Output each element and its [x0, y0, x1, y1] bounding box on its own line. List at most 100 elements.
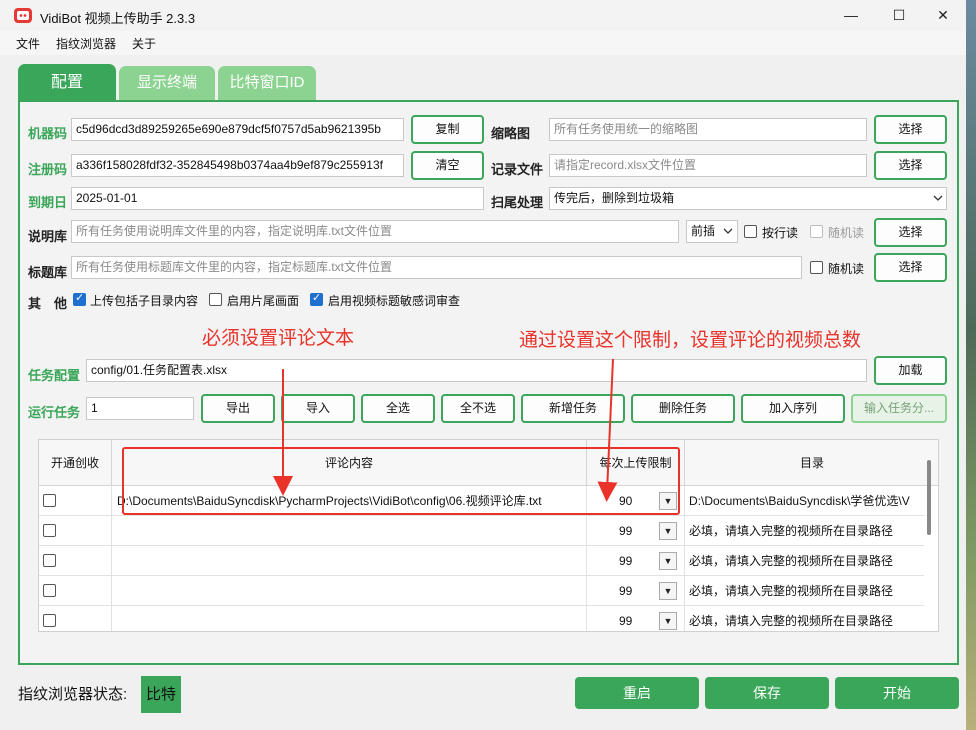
desc-lib-select-button[interactable]: 选择 — [874, 218, 947, 247]
select-all-button[interactable]: 全选 — [361, 394, 435, 423]
run-task-field[interactable]: 1 — [86, 397, 194, 420]
desc-lib-label: 说明库 — [28, 229, 68, 244]
machine-code-label: 机器码 — [28, 126, 68, 141]
restart-button[interactable]: 重启 — [575, 677, 699, 709]
chevron-down-icon[interactable]: ▼ — [659, 612, 677, 630]
annotation-comment-text: 必须设置评论文本 — [202, 328, 355, 349]
tab-config[interactable]: 配置 — [18, 64, 116, 100]
row-checkbox[interactable] — [43, 614, 56, 627]
title-lib-label: 标题库 — [28, 265, 68, 280]
tab-terminal[interactable]: 显示终端 — [119, 66, 215, 100]
title-random-label: 随机读 — [828, 262, 865, 276]
desc-lib-field[interactable]: 所有任务使用说明库文件里的内容，指定说明库.txt文件位置 — [71, 220, 679, 243]
add-task-button[interactable]: 新增任务 — [521, 394, 625, 423]
menu-fingerprint-browser[interactable]: 指纹浏览器 — [56, 35, 116, 52]
comment-cell[interactable] — [112, 576, 587, 606]
title-random-checkbox[interactable] — [810, 261, 823, 274]
desc-random-checkbox[interactable] — [810, 225, 823, 238]
import-button[interactable]: 导入 — [281, 394, 355, 423]
header-directory[interactable]: 目录 — [685, 440, 938, 486]
window-title: VidiBot 视频上传助手 2.3.3 — [40, 11, 196, 26]
save-button[interactable]: 保存 — [705, 677, 829, 709]
directory-cell[interactable]: 必填，请填入完整的视频所在目录路径 — [685, 516, 938, 546]
table-row[interactable]: 99 ▼ 必填，请填入完整的视频所在目录路径 — [39, 546, 924, 576]
minimize-button[interactable]: — — [828, 0, 874, 31]
browser-status-label: 指纹浏览器状态: — [18, 686, 128, 703]
table-row[interactable]: 99 ▼ 必填，请填入完整的视频所在目录路径 — [39, 516, 924, 546]
app-logo-icon — [14, 8, 32, 23]
thumbnail-label: 缩略图 — [491, 126, 531, 141]
by-line-checkbox[interactable] — [744, 225, 757, 238]
include-subdir-checkbox[interactable] — [73, 291, 86, 306]
load-button[interactable]: 加载 — [874, 356, 947, 385]
chevron-down-icon — [723, 228, 733, 234]
comment-cell[interactable] — [112, 606, 587, 631]
ending-screen-checkbox[interactable] — [209, 293, 222, 306]
add-to-queue-button[interactable]: 加入序列 — [741, 394, 845, 423]
other-label: 其 他 — [28, 296, 68, 311]
title-lib-field[interactable]: 所有任务使用标题库文件里的内容，指定标题库.txt文件位置 — [71, 256, 802, 279]
tab-bit-window-id[interactable]: 比特窗口ID — [218, 66, 316, 100]
chevron-down-icon[interactable]: ▼ — [659, 552, 677, 570]
directory-cell[interactable]: 必填，请填入完整的视频所在目录路径 — [685, 576, 938, 606]
browser-status-value: 比特 — [141, 676, 181, 713]
copy-button[interactable]: 复制 — [411, 115, 484, 144]
expiry-field[interactable]: 2025-01-01 — [71, 187, 484, 210]
input-task-button[interactable]: 输入任务分... — [851, 394, 947, 423]
directory-cell[interactable]: 必填，请填入完整的视频所在目录路径 — [685, 606, 938, 631]
reg-code-label: 注册码 — [28, 162, 68, 177]
tail-action-select[interactable]: 传完后，删除到垃圾箱 — [549, 187, 947, 210]
record-file-field[interactable]: 请指定record.xlsx文件位置 — [549, 154, 867, 177]
menu-about[interactable]: 关于 — [132, 35, 156, 52]
task-config-field[interactable]: config/01.任务配置表.xlsx — [86, 359, 867, 382]
directory-cell[interactable]: D:\Documents\BaiduSyncdisk\学爸优选\V — [685, 486, 938, 516]
record-file-select-button[interactable]: 选择 — [874, 151, 947, 180]
machine-code-field[interactable]: c5d96dcd3d89259265e690e879dcf5f0757d5ab9… — [71, 118, 404, 141]
annotation-highlight-box — [122, 447, 680, 515]
record-file-label: 记录文件 — [491, 162, 544, 177]
header-monetize[interactable]: 开通创收 — [39, 440, 112, 486]
menu-file[interactable]: 文件 — [16, 35, 40, 52]
close-button[interactable]: ✕ — [920, 0, 966, 31]
include-subdir-label: 上传包括子目录内容 — [90, 294, 199, 308]
row-checkbox[interactable] — [43, 554, 56, 567]
app-window: VidiBot 视频上传助手 2.3.3 — ☐ ✕ 文件 指纹浏览器 关于 配… — [0, 0, 966, 730]
desc-random-label: 随机读 — [828, 226, 865, 240]
limit-value[interactable]: 99 — [619, 546, 632, 576]
directory-cell[interactable]: 必填，请填入完整的视频所在目录路径 — [685, 546, 938, 576]
reg-code-field[interactable]: a336f158028fdf32-352845498b0374aa4b9ef87… — [71, 154, 404, 177]
maximize-button[interactable]: ☐ — [876, 0, 922, 31]
chevron-down-icon — [933, 195, 943, 201]
title-bar: VidiBot 视频上传助手 2.3.3 — ☐ ✕ — [0, 0, 966, 31]
export-button[interactable]: 导出 — [201, 394, 275, 423]
task-config-label: 任务配置 — [28, 368, 81, 383]
expiry-label: 到期日 — [28, 195, 68, 210]
thumbnail-field[interactable]: 所有任务使用统一的缩略图 — [549, 118, 867, 141]
chevron-down-icon[interactable]: ▼ — [659, 522, 677, 540]
limit-value[interactable]: 99 — [619, 606, 632, 631]
annotation-limit-text: 通过设置这个限制，设置评论的视频总数 — [519, 330, 862, 351]
limit-value[interactable]: 99 — [619, 576, 632, 606]
start-button[interactable]: 开始 — [835, 677, 959, 709]
delete-task-button[interactable]: 删除任务 — [631, 394, 735, 423]
tail-action-label: 扫尾处理 — [491, 195, 544, 210]
vertical-scrollbar[interactable] — [927, 460, 931, 535]
row-checkbox[interactable] — [43, 584, 56, 597]
table-row[interactable]: 99 ▼ 必填，请填入完整的视频所在目录路径 — [39, 576, 924, 606]
run-task-label: 运行任务 — [28, 405, 81, 420]
comment-cell[interactable] — [112, 516, 587, 546]
chevron-down-icon[interactable]: ▼ — [659, 582, 677, 600]
sensitive-word-label: 启用视频标题敏感词审查 — [328, 294, 461, 308]
clear-button[interactable]: 清空 — [411, 151, 484, 180]
row-checkbox[interactable] — [43, 494, 56, 507]
thumbnail-select-button[interactable]: 选择 — [874, 115, 947, 144]
table-row[interactable]: 99 ▼ 必填，请填入完整的视频所在目录路径 — [39, 606, 924, 631]
comment-cell[interactable] — [112, 546, 587, 576]
sensitive-word-checkbox[interactable] — [310, 291, 323, 306]
menu-bar: 文件 指纹浏览器 关于 — [0, 31, 966, 55]
row-checkbox[interactable] — [43, 524, 56, 537]
ending-screen-label: 启用片尾画面 — [227, 294, 300, 308]
limit-value[interactable]: 99 — [619, 516, 632, 546]
select-none-button[interactable]: 全不选 — [441, 394, 515, 423]
title-lib-select-button[interactable]: 选择 — [874, 253, 947, 282]
